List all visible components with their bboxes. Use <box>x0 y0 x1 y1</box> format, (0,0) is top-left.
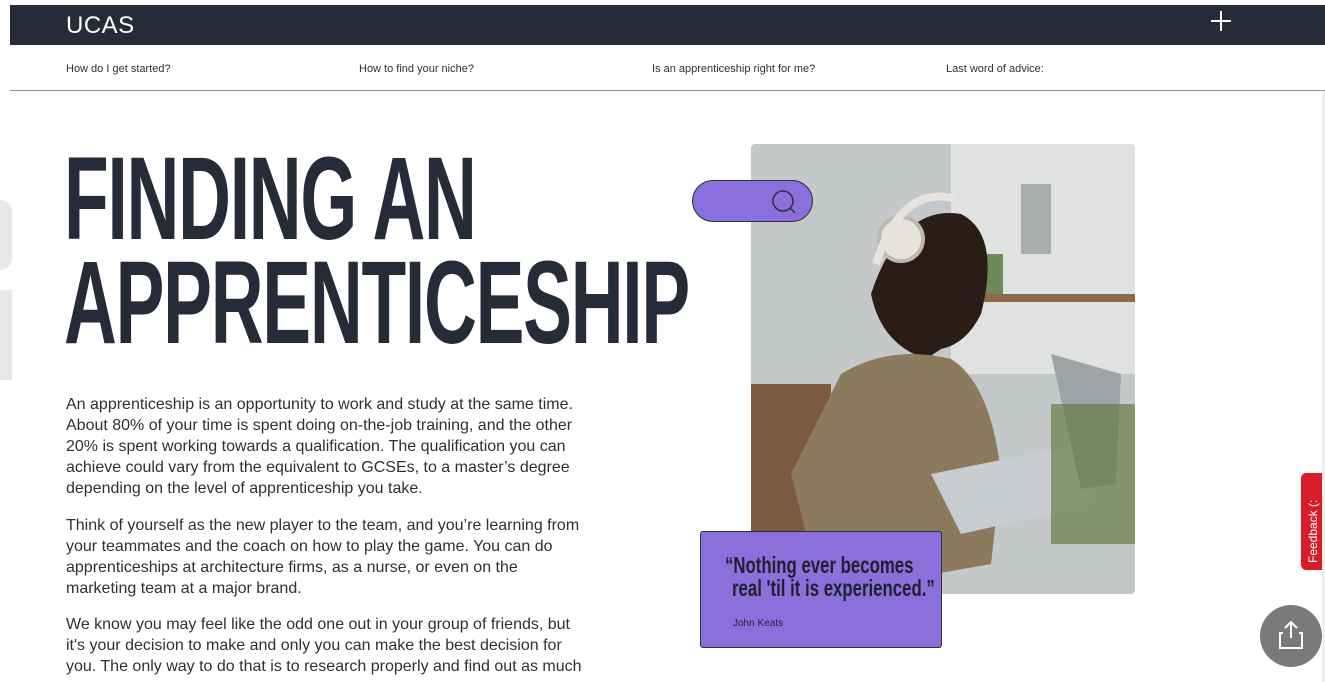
quote-text: “Nothing ever becomes real 'til it is ex… <box>725 554 935 600</box>
nav-get-started[interactable]: How do I get started? <box>66 63 171 75</box>
share-icon <box>1279 620 1303 649</box>
decorative-shape <box>0 200 12 270</box>
quote-line-1: “Nothing ever becomes <box>725 552 914 578</box>
top-header: UCAS <box>10 5 1325 45</box>
quote-card: “Nothing ever becomes real 'til it is ex… <box>700 531 942 648</box>
share-button[interactable] <box>1260 605 1322 667</box>
title-line-2: APPRENTICESHIP <box>64 236 690 369</box>
team-paragraph: Think of yourself as the new player to t… <box>66 517 580 597</box>
search-icon <box>772 190 796 214</box>
quote-author: John Keats <box>733 618 784 629</box>
page: UCAS How do I get started? How to find y… <box>0 0 1325 682</box>
ucas-logo[interactable]: UCAS <box>66 12 135 40</box>
nav-right-for-me[interactable]: Is an apprenticeship right for me? <box>652 63 815 75</box>
section-nav: How do I get started? How to find your n… <box>10 45 1325 91</box>
quote-line-2: real 'til it is experienced.” <box>732 575 935 601</box>
nav-last-advice[interactable]: Last word of advice: <box>946 63 1044 75</box>
intro-paragraph: An apprenticeship is an opportunity to w… <box>66 396 573 497</box>
decorative-shape <box>0 290 12 380</box>
decision-paragraph: We know you may feel like the odd one ou… <box>66 616 582 675</box>
search-pill[interactable] <box>692 180 813 222</box>
nav-find-niche[interactable]: How to find your niche? <box>359 63 474 75</box>
feedback-label: Feedback (: <box>1306 499 1320 563</box>
plus-icon[interactable] <box>1207 7 1235 35</box>
